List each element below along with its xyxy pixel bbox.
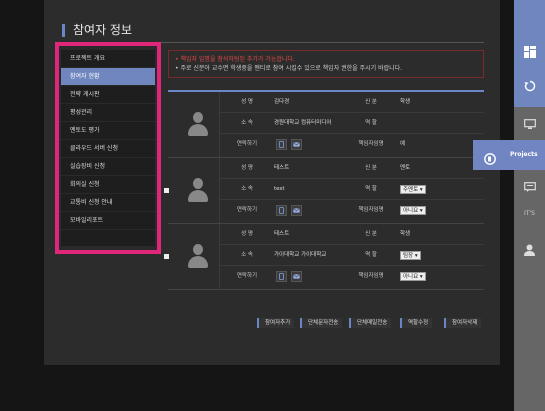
avatar-cell xyxy=(176,158,220,223)
affiliation-label: 소 속 xyxy=(241,186,253,192)
responsible-label: 책임자임명 xyxy=(358,207,384,213)
phone-icon[interactable] xyxy=(276,271,287,282)
participants-table: 성 명 김다경 신 분 학생 소 속 경원대학교 컴퓨터미디어 역 할 연락하기… xyxy=(164,90,484,290)
contact-label: 연락하기 xyxy=(236,273,258,279)
phone-icon[interactable] xyxy=(276,205,287,216)
refresh-icon[interactable] xyxy=(514,74,545,98)
chat-icon[interactable] xyxy=(514,175,545,199)
monitor-icon[interactable] xyxy=(514,112,545,136)
row-name: 성 명 테스트 신 분 학생 xyxy=(220,224,484,245)
projects-tab[interactable]: Projects xyxy=(473,140,545,170)
phone-icon[interactable] xyxy=(276,139,287,150)
affiliation-value: 경원대학교 컴퓨터미디어 xyxy=(274,120,332,126)
affiliation-label: 소 속 xyxy=(241,120,253,126)
name-label: 성 명 xyxy=(241,99,253,105)
sidebar-item-mentor-eval[interactable]: 멘토도 평가 xyxy=(61,122,155,140)
sidebar-item-meeting-room[interactable]: 회의실 신청 xyxy=(61,176,155,194)
edit-role-button[interactable]: 역할수정 xyxy=(400,318,433,328)
sidebar-item-participants[interactable]: 참여자 현황 xyxy=(61,68,155,86)
row-affiliation: 소 속 가이대학교 가이대학교 역 할 팀장 ▾ xyxy=(220,245,484,266)
responsible-label: 책임자임명 xyxy=(358,141,384,147)
sidebar-item-project-overview[interactable]: 프로젝트 개요 xyxy=(61,50,155,68)
select-checkbox[interactable] xyxy=(164,188,169,193)
status-label: 신 분 xyxy=(365,165,377,171)
contact-label: 연락하기 xyxy=(236,141,258,147)
page-title: 참여자 정보 xyxy=(62,24,132,37)
avatar xyxy=(188,178,208,202)
sidebar-item-evaluation[interactable]: 평성관리 xyxy=(61,104,155,122)
sidebar-item-transport[interactable]: 교통비 신청 안내 xyxy=(61,194,155,212)
role-label: 역 할 xyxy=(365,120,377,126)
name-label: 성 명 xyxy=(241,165,253,171)
avatar-cell xyxy=(176,224,220,289)
affiliation-value: 가이대학교 가이대학교 xyxy=(274,252,327,258)
affiliation-value: test xyxy=(274,186,285,192)
main-panel: 참여자 정보 프로젝트 개요 참여자 현황 전략 게시판 평성관리 멘토도 평가… xyxy=(44,0,500,365)
group-mail-button[interactable]: 단체메일전송 xyxy=(349,318,392,328)
delete-participant-button[interactable]: 참여자삭제 xyxy=(444,318,482,328)
status-value: 멘토 xyxy=(400,165,411,171)
name-value: 테스트 xyxy=(274,165,290,171)
sidebar-menu: 프로젝트 개요 참여자 현황 전략 게시판 평성관리 멘토도 평가 클라우드 서… xyxy=(61,50,155,246)
status-value: 학생 xyxy=(400,231,411,237)
sidebar-item-mobile-report[interactable]: 모바일리포트 xyxy=(61,212,155,230)
responsible-select[interactable]: 아니요 ▾ xyxy=(400,272,426,281)
role-select[interactable]: 주멘토 ▾ xyxy=(400,185,426,194)
sidebar-item-cloud-server[interactable]: 클라우드 서버 신청 xyxy=(61,140,155,158)
responsible-value: 예 xyxy=(400,141,406,147)
add-participant-button[interactable]: 참여자추가 xyxy=(257,318,295,328)
role-label: 역 할 xyxy=(365,186,377,192)
contact-label: 연락하기 xyxy=(236,207,258,213)
action-bar: 참여자추가 단체문자전송 단체메일전송 역할수정 참여자삭제 xyxy=(0,318,545,328)
user-icon[interactable] xyxy=(514,238,545,262)
responsible-select[interactable]: 아니요 ▾ xyxy=(400,206,426,215)
row-contact: 연락하기 책임자임명 아니요 ▾ xyxy=(220,200,484,221)
name-value: 김다경 xyxy=(274,99,290,105)
avatar-cell xyxy=(176,92,220,157)
projects-icon xyxy=(484,149,496,165)
its-label[interactable]: IT'S xyxy=(514,210,545,217)
dashboard-icon[interactable] xyxy=(514,40,545,64)
status-label: 신 분 xyxy=(365,99,377,105)
affiliation-label: 소 속 xyxy=(241,252,253,258)
row-affiliation: 소 속 test 역 할 주멘토 ▾ xyxy=(220,179,484,200)
row-affiliation: 소 속 경원대학교 컴퓨터미디어 역 할 xyxy=(220,113,484,134)
name-value: 테스트 xyxy=(274,231,290,237)
projects-label: Projects xyxy=(510,151,538,158)
row-contact: 연락하기 책임자임명 아니요 ▾ xyxy=(220,266,484,287)
sidebar-item-equipment[interactable]: 실습장비 신청 xyxy=(61,158,155,176)
select-checkbox[interactable] xyxy=(164,254,169,259)
table-row: 성 명 테스트 신 분 학생 소 속 가이대학교 가이대학교 역 할 팀장 ▾ … xyxy=(164,224,484,290)
row-contact: 연락하기 책임자임명 예 xyxy=(220,134,484,155)
mail-icon[interactable] xyxy=(291,139,302,150)
avatar xyxy=(188,112,208,136)
notice-line-2: • 주로 신분아 교수면 학생중을 멘티로 참여 시킬수 있으로 책임자 권한을… xyxy=(175,65,403,72)
name-label: 성 명 xyxy=(241,231,253,237)
row-name: 성 명 김다경 신 분 학생 xyxy=(220,92,484,113)
responsible-label: 책임자임명 xyxy=(358,273,384,279)
status-label: 신 분 xyxy=(365,231,377,237)
status-value: 학생 xyxy=(400,99,411,105)
mail-icon[interactable] xyxy=(291,205,302,216)
role-label: 역 할 xyxy=(365,252,377,258)
notice-box: • 책임자 입명을 참석하팅된 추가가 가능합니다. • 주로 신분아 교수면 … xyxy=(168,50,484,78)
group-sms-button[interactable]: 단체문자전송 xyxy=(300,318,343,328)
notice-line-1: • 책임자 입명을 참석하팅된 추가가 가능합니다. xyxy=(175,56,295,63)
table-row: 성 명 김다경 신 분 학생 소 속 경원대학교 컴퓨터미디어 역 할 연락하기… xyxy=(168,92,484,158)
table-row: 성 명 테스트 신 분 멘토 소 속 test 역 할 주멘토 ▾ 연락하기 책… xyxy=(164,158,484,224)
row-name: 성 명 테스트 신 분 멘토 xyxy=(220,158,484,179)
mail-icon[interactable] xyxy=(291,271,302,282)
avatar xyxy=(188,244,208,268)
role-select[interactable]: 팀장 ▾ xyxy=(400,251,421,260)
sidebar-item-strategy-board[interactable]: 전략 게시판 xyxy=(61,86,155,104)
sidebar-highlight: 프로젝트 개요 참여자 현황 전략 게시판 평성관리 멘토도 평가 클라우드 서… xyxy=(55,42,161,254)
